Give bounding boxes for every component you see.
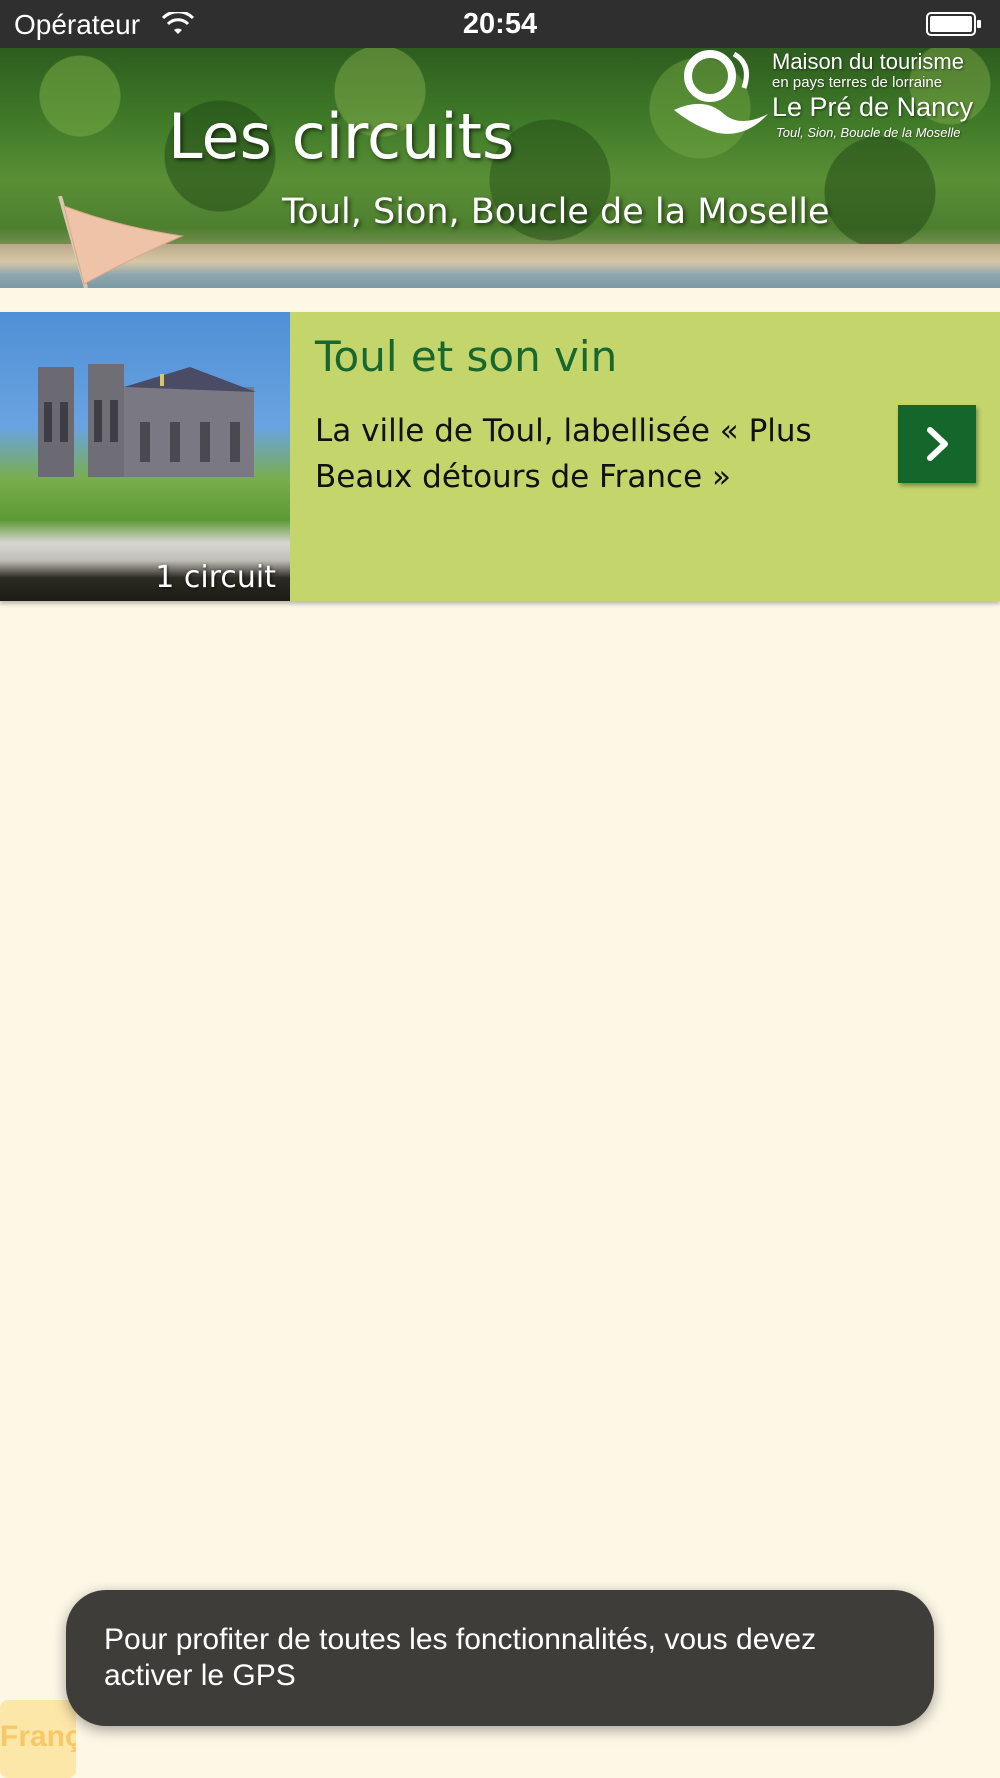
header-banner: Les circuits Toul, Sion, Boucle de la Mo… [0, 48, 1000, 288]
page-subtitle: Toul, Sion, Boucle de la Moselle [282, 192, 830, 232]
language-button[interactable]: Franç [0, 1700, 76, 1778]
chevron-right-icon [927, 427, 948, 461]
circuit-count: 1 circuit [155, 560, 276, 595]
logo-line-1: Maison du tourisme [772, 49, 964, 74]
toast-message: Pour profiter de toutes les fonctionnali… [104, 1623, 817, 1692]
logo-line-3: Le Pré de Nancy [772, 92, 974, 122]
clock: 20:54 [462, 8, 538, 40]
flag-icon [58, 196, 184, 288]
tourism-logo-text: Maison du tourisme en pays terres de lor… [772, 50, 973, 144]
page-title: Les circuits [168, 100, 515, 173]
logo-line-4: Toul, Sion, Boucle de la Moselle [776, 125, 961, 140]
logo-line-2: en pays terres de lorraine [772, 74, 943, 91]
circuit-description: La ville de Toul, labellisée « Plus Beau… [315, 413, 812, 495]
open-circuit-button[interactable] [898, 405, 976, 483]
status-bar: Opérateur 20:54 [0, 0, 1000, 48]
cathedral-image [38, 364, 256, 477]
tourism-logo-icon [674, 50, 768, 134]
gps-toast: Pour profiter de toutes les fonctionnali… [66, 1590, 934, 1726]
language-label: Franç [0, 1720, 76, 1753]
circuit-card[interactable]: 1 circuit Toul et son vin La ville de To… [0, 312, 1000, 601]
circuit-thumbnail: 1 circuit [0, 312, 290, 601]
battery-icon [926, 12, 981, 36]
circuit-title: Toul et son vin [315, 332, 618, 381]
